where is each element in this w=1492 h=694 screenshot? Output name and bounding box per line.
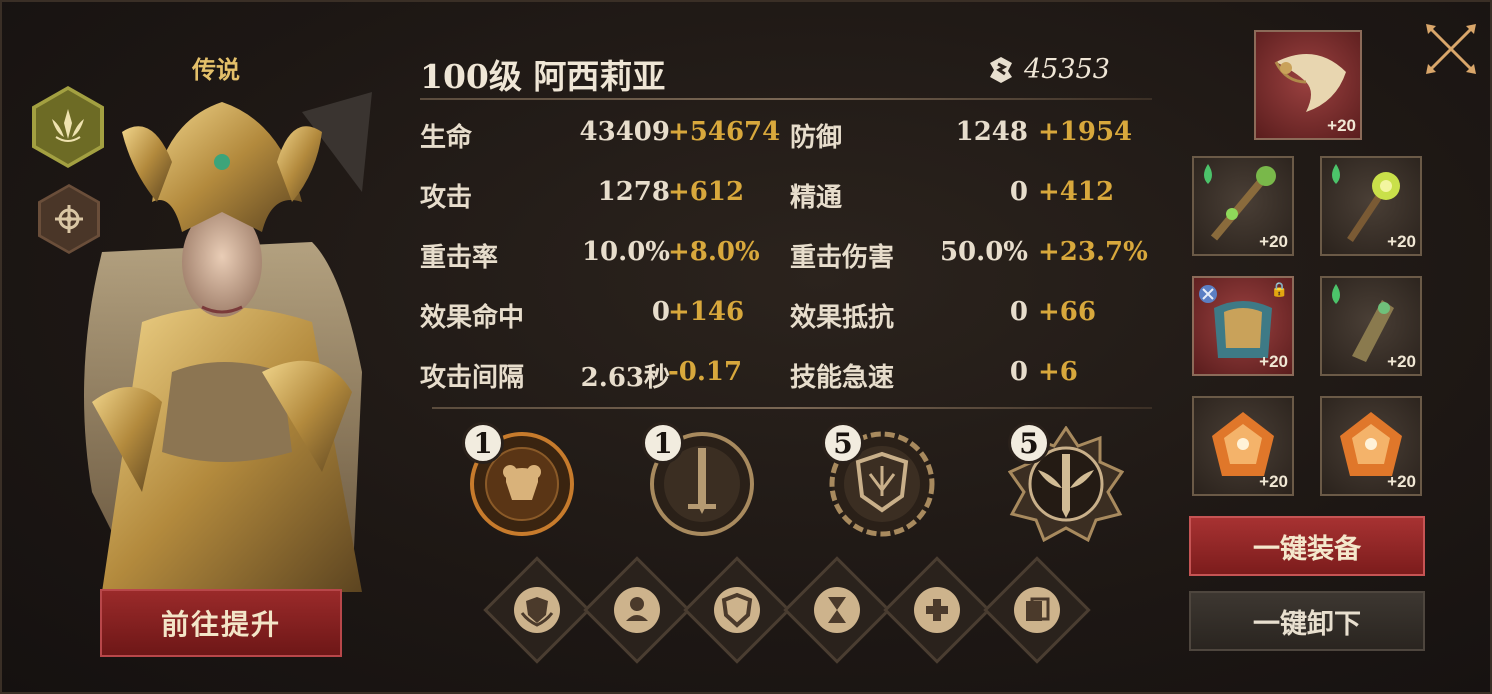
- hero-detail-panel: 传说 前往提升 100级 阿西莉亚 45353 生命 43409 +54674 …: [0, 0, 1492, 694]
- drop-green-icon: [1204, 164, 1212, 184]
- stat-base: 1248: [955, 117, 1028, 147]
- stack-shield-icon: [1026, 597, 1050, 621]
- enhance-level: +20: [1387, 232, 1416, 251]
- stat-bonus: +1954: [1038, 117, 1133, 147]
- stat-base: 50.0%: [939, 237, 1028, 267]
- medal-level-badge: 1: [462, 422, 504, 464]
- stat-bonus: -0.17: [668, 357, 743, 387]
- stat-base: 0: [1009, 297, 1028, 327]
- medal-level-badge: 5: [822, 422, 864, 464]
- medal-level-badge: 1: [642, 422, 684, 464]
- skill-slot-3[interactable]: [683, 556, 791, 664]
- crossed-swords-badge-icon: [1199, 285, 1217, 303]
- enhance-level: +20: [1259, 472, 1288, 491]
- stat-base: 1278: [597, 177, 670, 207]
- stat-crit-damage: 重击伤害 50.0% +23.7%: [790, 237, 1150, 277]
- stat-crit-rate: 重击率 10.0% +8.0%: [420, 237, 780, 277]
- skill-slot-2[interactable]: [583, 556, 691, 664]
- stat-bonus: +54674: [668, 117, 781, 147]
- skill-slot-5[interactable]: [883, 556, 991, 664]
- close-icon[interactable]: [1422, 20, 1480, 78]
- stat-attack-interval: 攻击间隔 2.63秒 -0.17: [420, 357, 780, 397]
- stat-effect-resist: 效果抵抗 0 +66: [790, 297, 1150, 337]
- stat-label: 效果抵抗: [790, 303, 895, 333]
- stat-effect-hit: 效果命中 0 +146: [420, 297, 780, 337]
- stat-skill-haste: 技能急速 0 +6: [790, 357, 1150, 397]
- stat-base: 0: [1009, 177, 1028, 207]
- stat-mastery: 精通 0 +412: [790, 177, 1150, 217]
- equip-slot-scepter[interactable]: +20: [1320, 156, 1422, 256]
- stat-bonus: +412: [1038, 177, 1115, 207]
- divider-bottom: [432, 407, 1152, 409]
- stat-label: 效果命中: [420, 303, 525, 333]
- shield-hands-icon: [520, 597, 554, 627]
- skill-slot-4[interactable]: [783, 556, 891, 664]
- stat-bonus: +23.7%: [1038, 237, 1148, 267]
- equip-slot-armor[interactable]: 🔒 +20: [1192, 276, 1294, 376]
- medallion-winged-sword[interactable]: 5: [1007, 422, 1125, 543]
- stat-bonus: +66: [1038, 297, 1096, 327]
- combat-power: 45353: [988, 54, 1110, 85]
- stat-label: 重击伤害: [790, 243, 895, 273]
- skill-slot-1[interactable]: [483, 556, 591, 664]
- stat-bonus: +612: [668, 177, 745, 207]
- unequip-all-button[interactable]: 一键卸下: [1189, 591, 1425, 651]
- stat-label: 技能急速: [790, 363, 895, 393]
- stat-label: 生命: [420, 123, 473, 153]
- skill-slot-6[interactable]: [983, 556, 1091, 664]
- stat-defense: 防御 1248 +1954: [790, 117, 1150, 157]
- stat-bonus: +8.0%: [668, 237, 760, 267]
- stat-bonus: +6: [1038, 357, 1078, 387]
- stat-base: 2.63秒: [580, 363, 670, 393]
- stat-label: 防御: [790, 123, 843, 153]
- medallion-shield-crest[interactable]: 5: [822, 422, 936, 538]
- hourglass-icon: [828, 597, 846, 623]
- enhance-level: +20: [1259, 232, 1288, 251]
- drop-green-icon: [1332, 164, 1340, 184]
- enhance-level: +20: [1387, 352, 1416, 371]
- lock-icon: 🔒: [1270, 282, 1288, 298]
- equip-slot-gem-1[interactable]: +20: [1192, 396, 1294, 496]
- heal-cross-icon: [926, 599, 948, 621]
- drop-green-icon: [1332, 284, 1340, 304]
- power-value: 45353: [1024, 54, 1110, 85]
- go-upgrade-button[interactable]: 前往提升: [100, 589, 342, 657]
- hero-level-name: 100级 阿西莉亚: [420, 57, 666, 96]
- medallion-armor[interactable]: 1: [462, 422, 576, 538]
- stat-base: 10.0%: [581, 237, 670, 267]
- divider-top: [420, 98, 1152, 100]
- stat-label: 精通: [790, 183, 843, 213]
- medal-level-badge: 5: [1008, 422, 1050, 464]
- shield-bust-icon: [626, 597, 648, 621]
- stat-label: 攻击间隔: [420, 363, 525, 393]
- stat-attack: 攻击 1278 +612: [420, 177, 780, 217]
- equip-slot-gauntlet[interactable]: +20: [1320, 276, 1422, 376]
- power-icon: [990, 56, 1012, 83]
- enhance-level: +20: [1387, 472, 1416, 491]
- stat-label: 攻击: [420, 183, 473, 213]
- shield-icon: [721, 592, 753, 628]
- enhance-level: +20: [1327, 116, 1356, 135]
- medallion-sword[interactable]: 1: [642, 422, 756, 538]
- equip-slot-staff[interactable]: +20: [1192, 156, 1294, 256]
- hero-portrait: [84, 92, 372, 592]
- stat-base: 0: [1009, 357, 1028, 387]
- equip-all-button[interactable]: 一键装备: [1189, 516, 1425, 576]
- stat-bonus: +146: [668, 297, 745, 327]
- stat-hp: 生命 43409 +54674: [420, 117, 780, 157]
- enhance-level: +20: [1259, 352, 1288, 371]
- stat-label: 重击率: [420, 243, 499, 273]
- equip-slot-horn[interactable]: +20: [1254, 30, 1362, 140]
- stat-base: 43409: [579, 117, 670, 147]
- equip-slot-gem-2[interactable]: +20: [1320, 396, 1422, 496]
